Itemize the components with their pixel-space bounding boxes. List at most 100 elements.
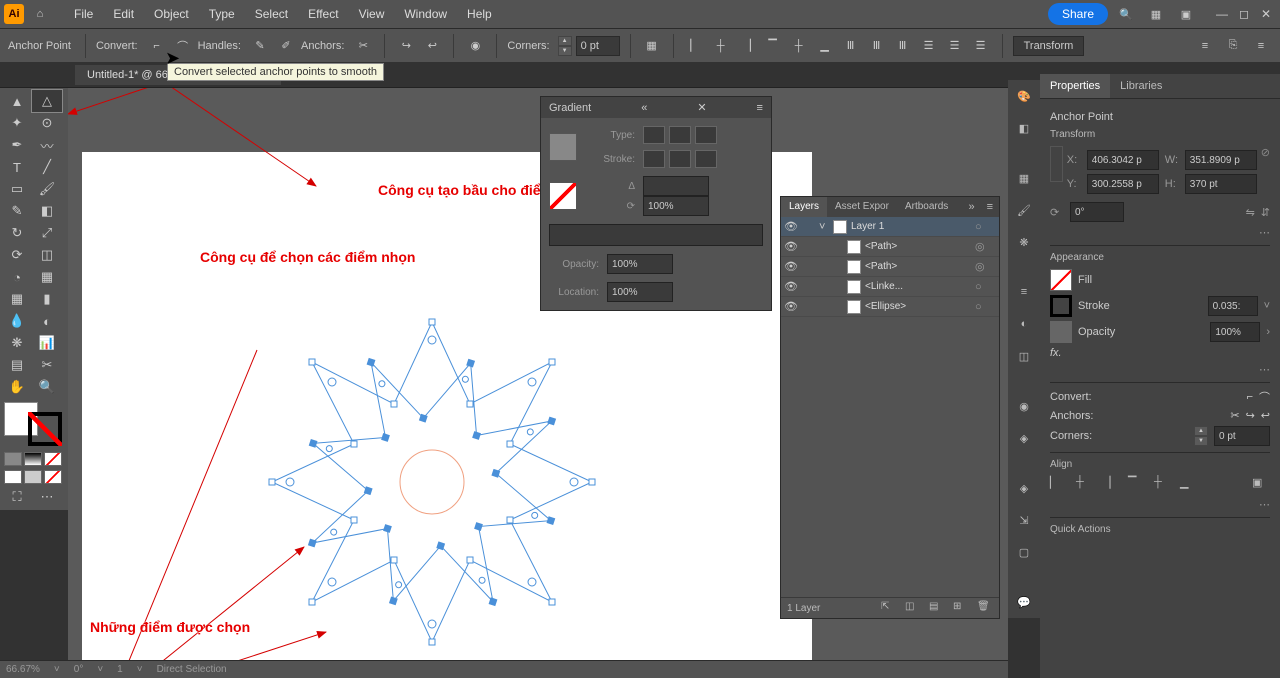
zoom-level[interactable]: 66.67% [6, 664, 40, 675]
fill-stroke-swatch[interactable] [4, 402, 62, 446]
pen-tool[interactable]: ✒ [2, 134, 32, 156]
tab-artboards[interactable]: Artboards [897, 197, 956, 217]
stroke-swatch[interactable] [1050, 295, 1072, 317]
lasso-tool[interactable]: ⊙ [32, 112, 62, 134]
layer-name[interactable]: Layer 1 [851, 221, 975, 232]
dist-top-icon[interactable]: ☰ [918, 35, 940, 57]
menu-effect[interactable]: Effect [298, 7, 348, 21]
width-tool[interactable]: ⟳ [2, 244, 32, 266]
anchor-remove2-icon[interactable]: ↪ [1246, 409, 1255, 422]
sublayer-name-2[interactable]: <Path> [865, 261, 975, 272]
handles-hide-icon[interactable]: ✐ [275, 35, 297, 57]
align-pixel-icon[interactable]: ▦ [641, 35, 663, 57]
handles-show-icon[interactable]: ✎ [249, 35, 271, 57]
artboard-nav[interactable]: 1 [117, 664, 123, 675]
grad-angle-input[interactable] [643, 176, 709, 196]
x-input[interactable] [1087, 150, 1159, 170]
hand-tool[interactable]: ✋ [2, 376, 32, 398]
app-icon[interactable]: Ai [4, 4, 24, 24]
type-tool[interactable]: T [2, 156, 32, 178]
stroke-within-icon[interactable] [643, 150, 665, 168]
opacity-input[interactable] [1210, 322, 1260, 342]
fill-swatch[interactable] [1050, 269, 1072, 291]
appearance-more-icon[interactable]: ⋯ [1050, 363, 1270, 376]
grad-opacity-input[interactable] [607, 254, 673, 274]
dist-vcenter-icon[interactable]: ☰ [944, 35, 966, 57]
menu-window[interactable]: Window [394, 7, 457, 21]
layer-target-icon[interactable]: ○ [975, 221, 989, 233]
eyedropper-tool[interactable]: 💧 [2, 310, 32, 332]
free-transform-tool[interactable]: ◫ [32, 244, 62, 266]
graph-tool[interactable]: 📊 [32, 332, 62, 354]
selection-tool[interactable]: ▲ [2, 90, 32, 112]
graphic-styles-icon[interactable]: ◈ [1012, 426, 1036, 450]
layers-menu-icon[interactable]: ≡ [981, 197, 999, 217]
align-hcenter2-icon[interactable]: ┼ [1076, 476, 1094, 494]
align-right2-icon[interactable]: ▕ [1102, 476, 1120, 494]
home-icon[interactable]: ⌂ [30, 4, 50, 24]
perspective-tool[interactable]: ▦ [32, 266, 62, 288]
convert-smooth2-icon[interactable]: ⌒ [1259, 389, 1270, 405]
rectangle-tool[interactable]: ▭ [2, 178, 32, 200]
rotate-tool[interactable]: ↻ [2, 222, 32, 244]
transform-button[interactable]: Transform [1013, 36, 1085, 56]
radial-grad-icon[interactable] [669, 126, 691, 144]
sublayer-vis-1[interactable]: 👁 [781, 240, 801, 253]
tab-layers[interactable]: Layers [781, 197, 827, 217]
edit-toolbar-icon[interactable]: ⋯ [32, 486, 62, 508]
asset-export-icon[interactable]: ⇲ [1012, 508, 1036, 532]
menu-edit[interactable]: Edit [103, 7, 144, 21]
dist-right-icon[interactable]: Ⅲ [892, 35, 914, 57]
gradient-preview[interactable] [549, 133, 577, 161]
reference-point-icon[interactable] [1050, 146, 1063, 182]
align-vcenter2-icon[interactable]: ┼ [1154, 476, 1172, 494]
anchor-connect-icon[interactable]: ↩ [1261, 409, 1270, 422]
sublayer-vis-4[interactable]: 👁 [781, 300, 801, 313]
slice-tool[interactable]: ✂ [32, 354, 62, 376]
zoom-tool[interactable]: 🔍 [32, 376, 62, 398]
comments-icon[interactable]: 💬 [1012, 590, 1036, 614]
more-options-icon[interactable]: ⋯ [1050, 226, 1270, 239]
dist-bottom-icon[interactable]: ☰ [970, 35, 992, 57]
gradient-close-icon[interactable]: ✕ [697, 101, 706, 114]
arrange-icon[interactable]: ▦ [1144, 2, 1168, 26]
stroke-width-input[interactable] [1208, 296, 1258, 316]
y-input[interactable] [1087, 174, 1159, 194]
menu-type[interactable]: Type [199, 7, 245, 21]
paintbrush-tool[interactable]: 🖌 [32, 178, 62, 200]
magic-wand-tool[interactable]: ✦ [2, 112, 32, 134]
gradient-swatch[interactable] [549, 182, 577, 210]
screen-mode-icon[interactable]: ⛶ [2, 486, 32, 508]
star-shape[interactable] [262, 312, 602, 652]
grad-ratio-input[interactable] [643, 196, 709, 216]
dist-hcenter-icon[interactable]: Ⅲ [866, 35, 888, 57]
w-input[interactable] [1185, 150, 1257, 170]
align-right-icon[interactable]: ▕ [736, 35, 758, 57]
align-bottom-icon[interactable]: ▁ [814, 35, 836, 57]
new-layer-icon[interactable]: ⊞ [953, 601, 969, 615]
convert-corner2-icon[interactable]: ⌐ [1247, 391, 1253, 403]
h-input[interactable] [1185, 174, 1257, 194]
delete-layer-icon[interactable]: 🗑 [977, 601, 993, 615]
share-button[interactable]: Share [1048, 3, 1108, 25]
minimize-button[interactable]: — [1212, 5, 1232, 23]
create-sublayer-icon[interactable]: ▤ [929, 601, 945, 615]
color-panel-icon[interactable]: 🎨 [1012, 84, 1036, 108]
cut-icon[interactable]: ↩ [421, 35, 443, 57]
linear-grad-icon[interactable] [643, 126, 665, 144]
gradient-panel-icon[interactable]: ◐ [1012, 312, 1036, 336]
stroke-panel-icon[interactable]: ≡ [1012, 280, 1036, 304]
isolate-icon[interactable]: ◉ [464, 35, 486, 57]
draw-inside-icon[interactable] [44, 470, 62, 484]
layer-expand-icon[interactable]: ˅ [819, 221, 833, 233]
menu-file[interactable]: File [64, 7, 103, 21]
tab-properties[interactable]: Properties [1040, 74, 1110, 98]
corner-stepper[interactable]: ▲▼ [558, 36, 572, 56]
rotation-level[interactable]: 0° [74, 664, 84, 675]
align-vcenter-icon[interactable]: ┼ [788, 35, 810, 57]
blend-tool[interactable]: ◐ [32, 310, 62, 332]
swatches-panel-icon[interactable]: ▦ [1012, 166, 1036, 190]
link-dims-icon[interactable]: ⊘ [1261, 146, 1270, 198]
align-top2-icon[interactable]: ▔ [1128, 476, 1146, 494]
sublayer-target-3[interactable]: ○ [975, 281, 989, 293]
